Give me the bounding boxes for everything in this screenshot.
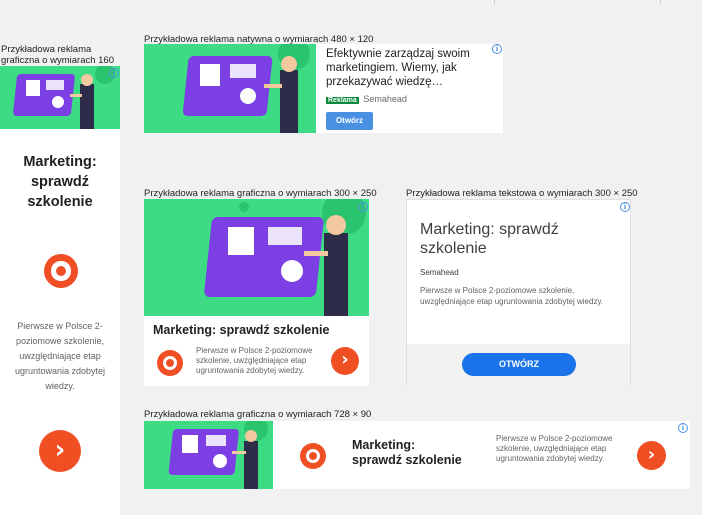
ad-illustration — [144, 199, 369, 316]
ad-description: Pierwsze w Polsce 2-poziomowe szkolenie,… — [196, 346, 313, 375]
ad-info-icon[interactable]: i — [620, 202, 630, 212]
ad-leaderboard-728x90[interactable]: Marketing: sprawdź szkolenie Pierwsze w … — [144, 421, 690, 489]
ad-illustration — [0, 66, 120, 129]
target-logo-icon — [157, 350, 183, 376]
native-advertiser: Semahead — [363, 94, 407, 104]
ad-info-icon[interactable]: i — [358, 202, 368, 212]
ad-display-300x250[interactable]: i Marketing: sprawdź szkolenie Pierwsze … — [144, 199, 369, 386]
ad-headline[interactable]: Marketing: sprawdź szkolenie — [352, 438, 467, 468]
ad-native-480x120[interactable]: Efektywnie zarządzaj swoim marketingiem.… — [144, 44, 503, 133]
top-divider-mark — [494, 0, 495, 4]
top-divider-mark — [660, 0, 661, 4]
ad-description: Pierwsze w Polsce 2-poziomowe szkolenie,… — [14, 321, 106, 391]
ad-description: Pierwsze w Polsce 2-poziomowe szkolenie,… — [496, 434, 613, 463]
ad-illustration — [144, 44, 316, 133]
caption-text-300x250: Przykładowa reklama tekstowa o wymiarach… — [406, 188, 638, 199]
ad-arrow-button[interactable]: › — [637, 441, 666, 470]
ad-illustration — [144, 421, 273, 489]
ad-headline[interactable]: Marketing: sprawdź szkolenie — [153, 323, 363, 338]
ad-info-icon[interactable]: i — [678, 423, 688, 433]
ad-skyscraper-160x600[interactable]: i Marketing: sprawdź szkolenie Pierwsze … — [0, 66, 120, 515]
text-ad-advertiser: Semahead — [420, 268, 459, 277]
illustration-svg — [144, 44, 316, 133]
native-headline[interactable]: Efektywnie zarządzaj swoim marketingiem.… — [326, 47, 496, 89]
ad-badge: Reklama — [326, 97, 359, 104]
ad-headline[interactable]: Marketing: sprawdź szkolenie — [10, 152, 110, 212]
ad-text-300x250[interactable]: i Marketing: sprawdź szkolenie Semahead … — [406, 199, 631, 386]
ad-arrow-button[interactable]: › — [39, 430, 81, 472]
text-ad-cta-button[interactable]: OTWÓRZ — [462, 353, 576, 376]
illustration-svg — [144, 199, 369, 316]
ad-arrow-button[interactable]: › — [331, 347, 359, 375]
caption-display-728x90: Przykładowa reklama graficzna o wymiarac… — [144, 409, 372, 420]
illustration-svg — [144, 421, 273, 489]
ad-info-icon[interactable]: i — [109, 68, 119, 78]
target-logo-icon — [300, 443, 326, 469]
text-ad-description: Pierwsze w Polsce 2-poziomowe szkolenie,… — [420, 286, 604, 306]
native-cta-button[interactable]: Otwórz — [326, 112, 373, 130]
native-meta: Reklama Semahead — [326, 94, 407, 106]
text-ad-headline[interactable]: Marketing: sprawdź szkolenie — [420, 220, 600, 258]
caption-display-300x250: Przykładowa reklama graficzna o wymiarac… — [144, 188, 377, 199]
ad-info-icon[interactable]: i — [492, 44, 502, 54]
illustration-svg — [0, 66, 120, 129]
target-logo-icon — [44, 254, 78, 288]
